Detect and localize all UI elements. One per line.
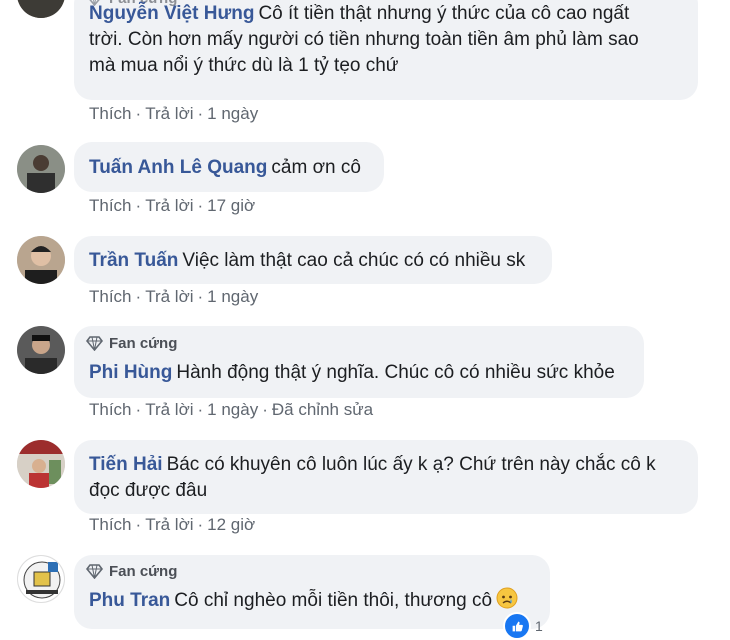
- like-reaction-icon: [503, 612, 531, 640]
- avatar[interactable]: [17, 0, 65, 18]
- like-link[interactable]: Thích: [89, 196, 132, 215]
- reply-link[interactable]: Trả lời: [145, 104, 193, 123]
- comment-text: Bác có khuyên cô luôn lúc ấy k ạ? Chứ tr…: [166, 454, 656, 475]
- sad-face-emoji: [496, 587, 518, 609]
- like-link[interactable]: Thích: [89, 287, 132, 306]
- comment-text: Cô chỉ nghèo mỗi tiền thôi, thương cô: [174, 590, 493, 611]
- avatar[interactable]: [17, 236, 65, 284]
- reaction-count: 1: [535, 618, 543, 634]
- comment-bubble: Tuấn Anh Lê Quang cảm ơn cô: [74, 142, 384, 192]
- comment-text: trời. Còn hơn mấy người có tiền nhưng to…: [89, 29, 639, 50]
- comment-text: Cô ít tiền thật nhưng ý thức của cô cao …: [258, 3, 630, 24]
- fan-badge: Fan cứng: [86, 335, 177, 352]
- comment-bubble: Fan cứng Nguyễn Việt HưngCô ít tiền thật…: [74, 0, 698, 100]
- comment-time[interactable]: 1 ngày: [207, 104, 258, 123]
- comment-author[interactable]: Phu Tran: [89, 590, 170, 611]
- reaction-summary[interactable]: 1: [503, 612, 543, 640]
- diamond-icon: [86, 336, 103, 351]
- badge-label: Fan cứng: [109, 335, 178, 352]
- avatar[interactable]: [17, 145, 65, 193]
- comment-author[interactable]: Phi Hùng: [89, 362, 172, 383]
- like-link[interactable]: Thích: [89, 515, 132, 534]
- edited-label[interactable]: Đã chỉnh sửa: [272, 400, 373, 419]
- fan-badge: Fan cứng: [86, 563, 177, 580]
- comment-actions: Thích · Trả lời · 17 giờ: [89, 196, 256, 215]
- comment-time[interactable]: 17 giờ: [207, 196, 255, 215]
- comment-time[interactable]: 1 ngày: [207, 400, 258, 419]
- comment-text: Hành động thật ý nghĩa. Chúc cô có nhiều…: [176, 362, 615, 383]
- comment-text: đọc được đâu: [89, 480, 208, 501]
- comment-time[interactable]: 12 giờ: [207, 515, 255, 534]
- comment-text: Việc làm thật cao cả chúc có có nhiều sk: [182, 250, 526, 271]
- comment-author[interactable]: Tuấn Anh Lê Quang: [89, 157, 267, 178]
- diamond-icon: [86, 564, 103, 579]
- avatar[interactable]: [17, 555, 65, 603]
- reply-link[interactable]: Trả lời: [145, 196, 193, 215]
- reply-link[interactable]: Trả lời: [145, 515, 193, 534]
- comment-actions: Thích · Trả lời · 1 ngày: [89, 104, 259, 123]
- comment-text: cảm ơn cô: [271, 157, 361, 178]
- avatar[interactable]: [17, 326, 65, 374]
- reply-link[interactable]: Trả lời: [145, 287, 193, 306]
- comment-text: mà mua nổi ý thức dù là 1 tỷ tẹo chứ: [89, 55, 399, 76]
- comment-actions: Thích · Trả lời · 1 ngày · Đã chỉnh sửa: [89, 400, 374, 419]
- like-link[interactable]: Thích: [89, 104, 132, 123]
- comment-bubble: Trần Tuấn Việc làm thật cao cả chúc có có…: [74, 236, 552, 284]
- comment-actions: Thích · Trả lời · 12 giờ: [89, 515, 256, 534]
- reply-link[interactable]: Trả lời: [145, 400, 193, 419]
- comment-author[interactable]: Tiến Hải: [89, 454, 163, 475]
- badge-label: Fan cứng: [109, 563, 178, 580]
- comment-actions: Thích · Trả lời · 1 ngày: [89, 287, 259, 306]
- comment-time[interactable]: 1 ngày: [207, 287, 258, 306]
- comment-bubble: Fan cứng Phu Tran Cô chỉ nghèo mỗi tiền t…: [74, 555, 550, 629]
- like-link[interactable]: Thích: [89, 400, 132, 419]
- comment-author[interactable]: Trần Tuấn: [89, 250, 178, 271]
- avatar[interactable]: [17, 440, 65, 488]
- comment-author[interactable]: Nguyễn Việt Hưng: [89, 3, 254, 24]
- comment-bubble: Fan cứng Phi Hùng Hành động thật ý nghĩa.…: [74, 326, 644, 398]
- comment-bubble: Tiến Hải Bác có khuyên cô luôn lúc ấy k ạ…: [74, 440, 698, 514]
